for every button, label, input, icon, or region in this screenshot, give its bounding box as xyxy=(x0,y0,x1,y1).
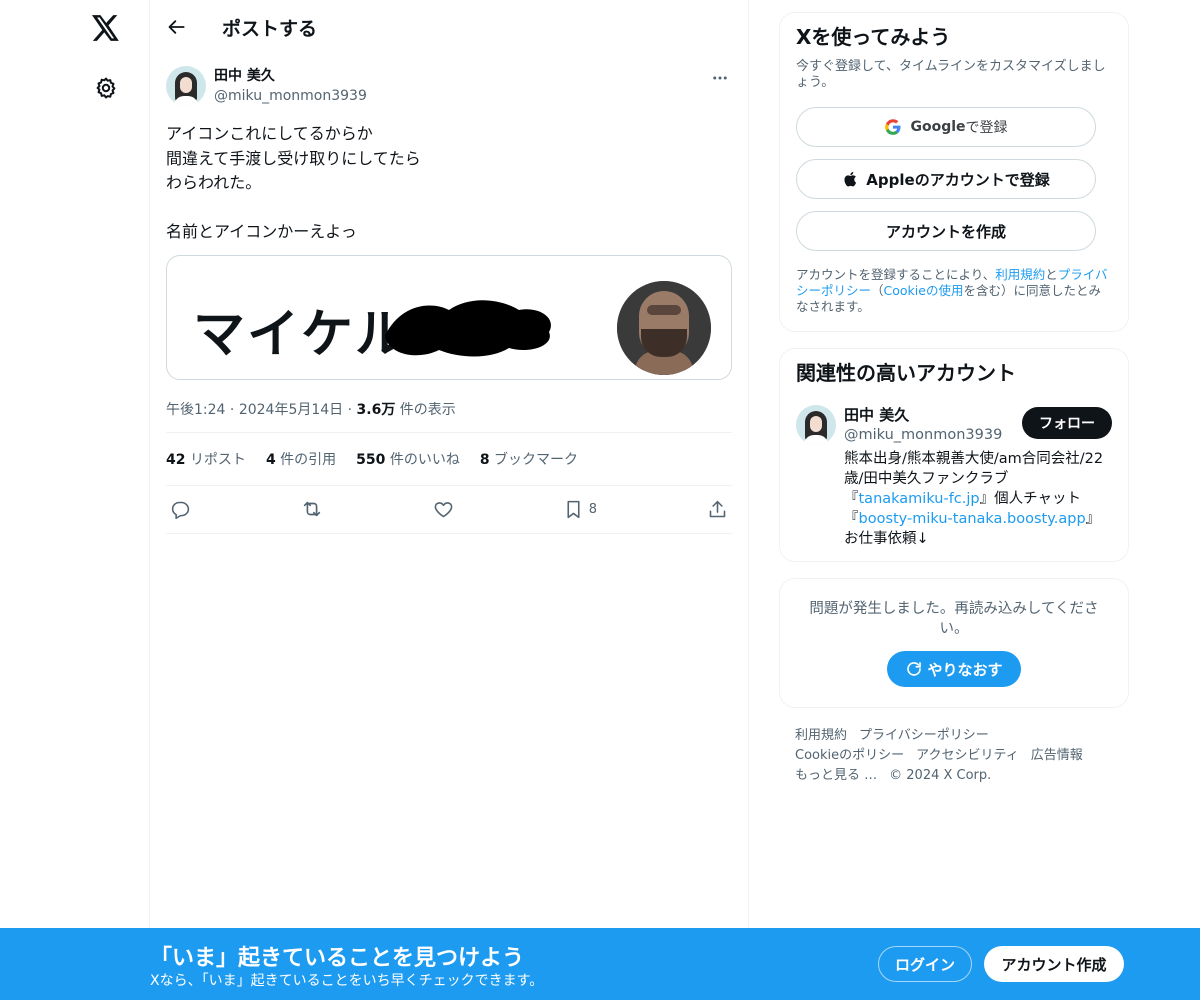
like-icon[interactable] xyxy=(433,499,454,520)
related-user-bio: 熊本出身/熊本親善大使/am合同会社/22歳/田中美久ファンクラブ『tanaka… xyxy=(844,451,1104,547)
footer-privacy[interactable]: プライバシーポリシー xyxy=(859,728,989,743)
google-signup-label: で登録 xyxy=(965,120,1008,136)
avatar[interactable] xyxy=(796,405,836,445)
stat-quotes[interactable]: 4 件の引用 xyxy=(266,449,336,469)
cookie-link[interactable]: Cookieの使用 xyxy=(884,283,964,298)
gear-icon[interactable] xyxy=(86,68,126,108)
stat-reposts[interactable]: 42 リポスト xyxy=(166,449,246,469)
share-icon[interactable] xyxy=(707,499,728,520)
bookmark-button[interactable]: 8 xyxy=(564,499,597,520)
copyright: © 2024 X Corp. xyxy=(889,768,992,783)
apple-signup-label: Appleのアカウントで登録 xyxy=(866,170,1050,189)
apple-signup-button[interactable]: Appleのアカウントで登録 xyxy=(796,159,1096,199)
apple-icon xyxy=(844,171,857,187)
views-count: 3.6万 xyxy=(356,401,396,418)
views-label: 件の表示 xyxy=(399,401,456,418)
footer-terms[interactable]: 利用規約 xyxy=(795,728,847,743)
signup-button[interactable]: アカウント作成 xyxy=(984,946,1124,982)
banner-title: 「いま」起きていることを見つけよう xyxy=(150,946,525,971)
error-panel: 問題が発生しました。再読み込みしてください。 やりなおす xyxy=(779,578,1129,708)
footer-cookie[interactable]: Cookieのポリシー xyxy=(795,748,904,763)
footer-accessibility[interactable]: アクセシビリティ xyxy=(916,748,1019,763)
retry-button[interactable]: やりなおす xyxy=(887,651,1021,687)
create-account-button[interactable]: アカウントを作成 xyxy=(796,211,1096,251)
post-actions: 8 xyxy=(166,486,732,534)
footer-more[interactable]: もっと見る … xyxy=(795,768,877,783)
footer-links: 利用規約 プライバシーポリシー Cookieのポリシー アクセシビリティ 広告情報 も… xyxy=(779,726,1129,786)
post-author: 田中 美久 @miku_monmon3939 xyxy=(166,66,732,106)
post-timestamp: 午後1:24 · 2024年5月14日 · 3.6万 件の表示 xyxy=(166,399,732,433)
post-text: アイコンこれにしてるからか 間違えて手渡し受け取りにしてたら わらわれた。 名前… xyxy=(166,124,421,241)
repost-icon[interactable] xyxy=(301,498,323,520)
post-stats: 42 リポスト 4 件の引用 550 件のいいね 8 ブックマーク xyxy=(166,433,732,486)
back-arrow-icon[interactable] xyxy=(166,16,188,38)
page-header: ポストする xyxy=(150,0,748,54)
bio-link-boosty[interactable]: boosty-miku-tanaka.boosty.app xyxy=(859,511,1086,527)
related-accounts-panel: 関連性の高いアカウント 田中 美久 @miku_monmon3939 熊本出身/… xyxy=(779,348,1129,562)
retry-label: やりなおす xyxy=(927,660,1003,679)
x-logo-icon[interactable] xyxy=(86,8,126,48)
post-image[interactable]: マイケル xyxy=(166,254,732,380)
signup-subtitle: 今すぐ登録して、タイムラインをカスタマイズしましょう。 xyxy=(796,59,1106,90)
card-image-text: マイケル xyxy=(193,304,410,365)
error-message: 問題が発生しました。再読み込みしてください。 xyxy=(809,601,1099,637)
author-handle[interactable]: @miku_monmon3939 xyxy=(214,86,367,106)
terms-text: アカウントを登録することにより、利用規約とプライバシーポリシー（Cookieの使… xyxy=(796,267,1108,314)
post-time[interactable]: 午後1:24 xyxy=(166,402,225,418)
redaction-scribble xyxy=(385,299,551,356)
stat-bookmarks[interactable]: 8 ブックマーク xyxy=(480,449,578,469)
author-name[interactable]: 田中 美久 xyxy=(214,66,367,86)
avatar[interactable] xyxy=(166,66,206,106)
google-signup-button[interactable]: Google で登録 xyxy=(796,107,1096,147)
main-column: ポストする 田中 美久 @miku_monmon3939 アイコンこれにしてるか… xyxy=(149,0,749,1000)
follow-button[interactable]: フォロー xyxy=(1022,407,1112,439)
banner-subtitle: Xなら、「いま」起きていることをいち早くチェックできます。 xyxy=(150,973,544,989)
post: 田中 美久 @miku_monmon3939 アイコンこれにしてるからか 間違え… xyxy=(150,66,748,534)
left-nav xyxy=(0,0,150,1000)
reply-icon[interactable] xyxy=(170,499,191,520)
bookmark-count: 8 xyxy=(588,501,598,517)
bio-link-fc[interactable]: tanakamiku-fc.jp xyxy=(859,491,980,507)
post-date[interactable]: 2024年5月14日 xyxy=(239,402,343,418)
related-user[interactable]: 田中 美久 @miku_monmon3939 熊本出身/熊本親善大使/am合同会… xyxy=(796,405,1112,549)
footer-ads[interactable]: 広告情報 xyxy=(1031,748,1083,763)
bookmark-icon xyxy=(567,500,580,518)
related-title: 関連性の高いアカウント xyxy=(796,361,1016,385)
google-icon xyxy=(885,119,901,135)
more-options-icon[interactable] xyxy=(708,66,732,90)
refresh-icon xyxy=(907,662,922,676)
bottom-signup-banner: 「いま」起きていることを見つけよう Xなら、「いま」起きていることをいち早くチェ… xyxy=(0,928,1200,1000)
signup-title: Xを使ってみよう xyxy=(796,25,951,49)
login-button[interactable]: ログイン xyxy=(878,946,972,982)
google-brand: Google xyxy=(910,119,966,135)
terms-link[interactable]: 利用規約 xyxy=(995,267,1045,282)
card-portrait-photo xyxy=(617,280,711,375)
right-sidebar: Xを使ってみよう 今すぐ登録して、タイムラインをカスタマイズしましょう。 Goo… xyxy=(779,0,1129,786)
stat-likes[interactable]: 550 件のいいね xyxy=(356,449,460,469)
signup-panel: Xを使ってみよう 今すぐ登録して、タイムラインをカスタマイズしましょう。 Goo… xyxy=(779,12,1129,332)
page-title: ポストする xyxy=(222,17,318,40)
